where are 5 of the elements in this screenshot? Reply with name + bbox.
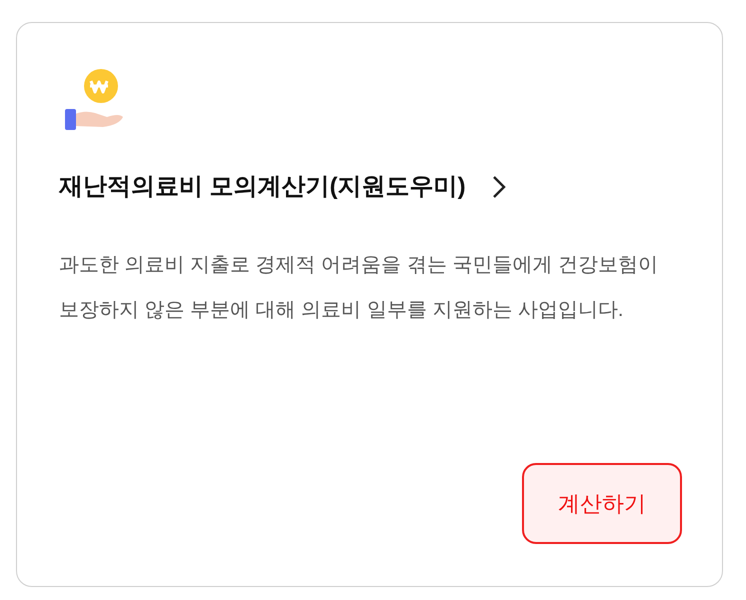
hand-coin-icon [63,67,125,131]
calculate-button[interactable]: 계산하기 [522,463,682,544]
card-title[interactable]: 재난적의료비 모의계산기(지원도우미) [59,171,466,203]
chevron-right-icon[interactable] [492,175,506,199]
card-description: 과도한 의료비 지출로 경제적 어려움을 겪는 국민들에게 건강보험이 보장하지 않은 부분에 대해 의료비 일부를 지원하는 사업입니다. [59,253,659,323]
